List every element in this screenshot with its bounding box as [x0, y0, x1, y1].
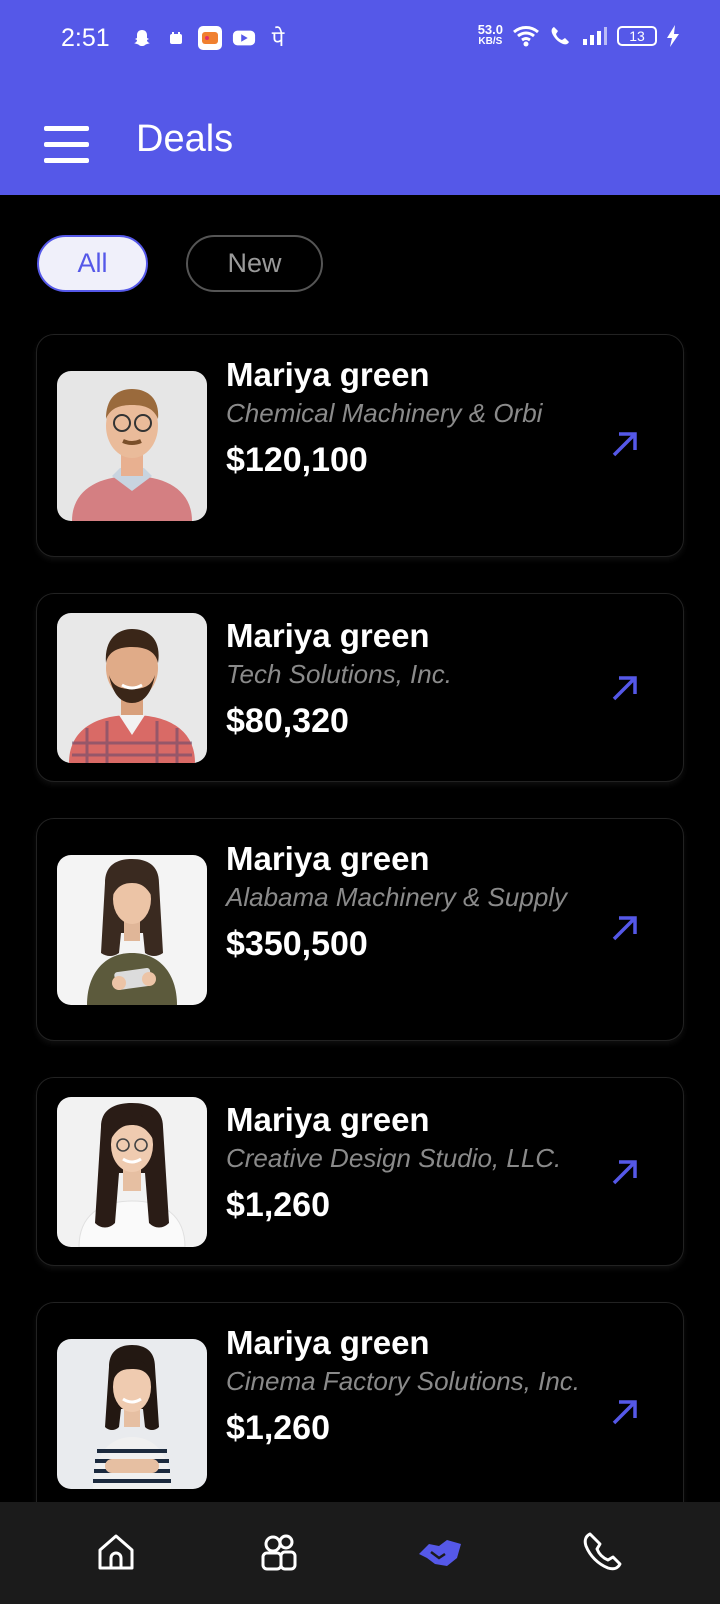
page-title: Deals	[136, 118, 234, 160]
deal-list: Mariya green Chemical Machinery & Orbi $…	[36, 334, 684, 1561]
bottom-navigation	[0, 1502, 720, 1604]
deal-info: Mariya green Creative Design Studio, LLC…	[226, 1100, 596, 1228]
deal-company: Cinema Factory Solutions, Inc.	[226, 1366, 581, 1396]
notification-icons: पे	[130, 26, 290, 51]
status-time: 2:51	[61, 24, 110, 52]
arrow-up-right-icon[interactable]	[609, 1156, 641, 1188]
phonepe-icon: पे	[271, 26, 285, 51]
deal-name: Mariya green	[226, 840, 430, 877]
status-bar: 2:51 पे 53.0 KB/S 13	[0, 0, 720, 82]
avatar	[57, 1097, 207, 1247]
deal-name: Mariya green	[226, 1324, 430, 1361]
deal-card[interactable]: Mariya green Cinema Factory Solutions, I…	[36, 1302, 684, 1525]
deal-card[interactable]: Mariya green Tech Solutions, Inc. $80,32…	[36, 593, 684, 782]
filter-chips: All New	[37, 235, 323, 292]
handshake-icon[interactable]	[417, 1528, 465, 1576]
charging-icon	[667, 25, 679, 47]
deal-name: Mariya green	[226, 1101, 430, 1138]
deal-info: Mariya green Chemical Machinery & Orbi $…	[226, 355, 596, 483]
wifi-icon	[513, 26, 539, 47]
deal-info: Mariya green Cinema Factory Solutions, I…	[226, 1323, 596, 1451]
youtube-icon	[232, 26, 256, 50]
network-speed: 53.0 KB/S	[477, 22, 503, 47]
phone-icon[interactable]	[578, 1528, 626, 1576]
arrow-up-right-icon[interactable]	[609, 672, 641, 704]
deal-amount: $350,500	[226, 925, 368, 963]
calendar-icon	[164, 26, 188, 50]
deal-company: Alabama Machinery & Supply	[226, 882, 568, 912]
filter-chip-all[interactable]: All	[37, 235, 148, 292]
wifi-calling-icon	[551, 27, 569, 45]
snapchat-icon	[130, 26, 154, 50]
deal-amount: $1,260	[226, 1409, 330, 1447]
avatar	[57, 613, 207, 763]
arrow-up-right-icon[interactable]	[609, 428, 641, 460]
deal-card[interactable]: Mariya green Alabama Machinery & Supply …	[36, 818, 684, 1041]
home-icon[interactable]	[92, 1528, 140, 1576]
arrow-up-right-icon[interactable]	[609, 912, 641, 944]
deal-amount: $120,100	[226, 441, 368, 479]
contacts-icon[interactable]	[255, 1528, 303, 1576]
deal-amount: $1,260	[226, 1186, 330, 1224]
app-bar: Deals	[0, 82, 720, 195]
deal-company: Tech Solutions, Inc.	[226, 659, 452, 689]
deal-company: Chemical Machinery & Orbi	[226, 398, 543, 428]
battery-indicator: 13	[617, 26, 657, 46]
deal-info: Mariya green Tech Solutions, Inc. $80,32…	[226, 616, 596, 744]
deal-card[interactable]: Mariya green Chemical Machinery & Orbi $…	[36, 334, 684, 557]
deal-info: Mariya green Alabama Machinery & Supply …	[226, 839, 596, 967]
arrow-up-right-icon[interactable]	[609, 1396, 641, 1428]
avatar	[57, 855, 207, 1005]
deal-company: Creative Design Studio, LLC.	[226, 1143, 562, 1173]
deal-card[interactable]: Mariya green Creative Design Studio, LLC…	[36, 1077, 684, 1266]
deal-name: Mariya green	[226, 356, 430, 393]
filter-chip-new[interactable]: New	[186, 235, 323, 292]
deal-name: Mariya green	[226, 617, 430, 654]
system-icons: 53.0 KB/S 13	[477, 22, 680, 48]
avatar	[57, 1339, 207, 1489]
signal-icon	[583, 27, 607, 45]
deal-amount: $80,320	[226, 702, 349, 740]
avatar	[57, 371, 207, 521]
hamburger-menu-icon[interactable]	[44, 126, 89, 164]
game-app-icon	[198, 26, 222, 50]
